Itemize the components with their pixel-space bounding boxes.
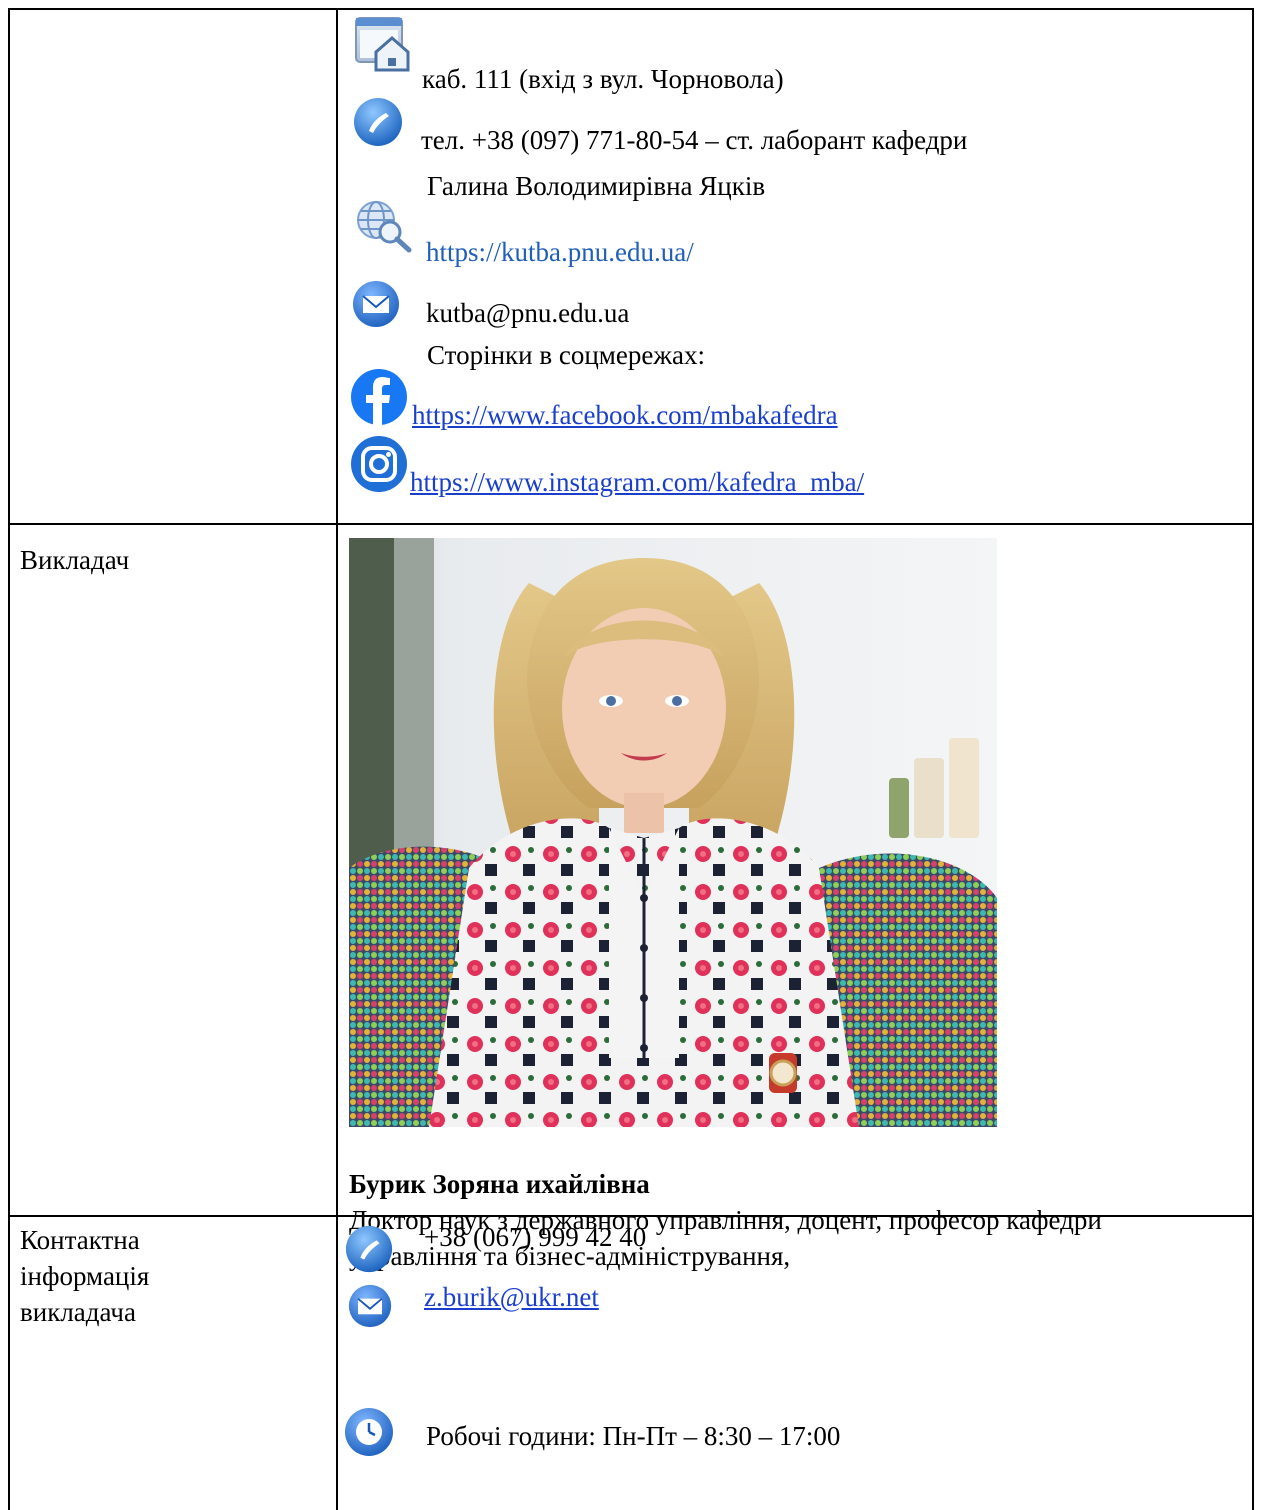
table-left-border bbox=[8, 8, 10, 1510]
teacher-photo bbox=[349, 538, 997, 1127]
contact-row-label-line3: викладача bbox=[20, 1297, 136, 1327]
teacher-name: Бурик Зоряна ихайлівна bbox=[349, 1169, 650, 1199]
globe-search-icon bbox=[354, 198, 414, 261]
phone-icon bbox=[344, 1224, 394, 1281]
table-top-border bbox=[8, 8, 1254, 10]
phone-text-line2: Галина Володимирівна Яцків bbox=[427, 171, 766, 201]
phone-text-line1: тел. +38 (097) 771-80-54 – ст. лаборант … bbox=[421, 125, 968, 155]
instagram-icon bbox=[349, 434, 409, 501]
facebook-icon bbox=[349, 367, 409, 434]
table-right-border bbox=[1252, 8, 1254, 1510]
room-text: каб. 111 (вхід з вул. Чорновола) bbox=[422, 64, 784, 94]
email-text: kutba@pnu.edu.ua bbox=[426, 298, 630, 328]
instagram-link[interactable]: https://www.instagram.com/kafedra_mba/ bbox=[410, 466, 864, 498]
row-divider-1 bbox=[8, 523, 1254, 525]
mail-icon bbox=[347, 1283, 393, 1336]
teacher-row-label: Викладач bbox=[20, 545, 130, 575]
column-divider bbox=[336, 8, 338, 1510]
teacher-email-link[interactable]: z.burik@ukr.net bbox=[424, 1281, 599, 1313]
contact-row-label-line2: інформація bbox=[20, 1261, 150, 1291]
facebook-link[interactable]: https://www.facebook.com/mbakafedra bbox=[412, 399, 838, 431]
teacher-phone-text: +38 (067) 999 42 40 bbox=[424, 1222, 647, 1252]
social-label: Сторінки в соцмережах: bbox=[427, 340, 705, 370]
mail-icon bbox=[351, 279, 401, 336]
building-home-icon bbox=[354, 16, 410, 79]
contact-row-label-line1: Контактна bbox=[20, 1225, 140, 1255]
clock-icon bbox=[343, 1406, 395, 1465]
working-hours-text: Робочі години: Пн-Пт – 8:30 – 17:00 bbox=[426, 1421, 841, 1451]
website-link[interactable]: https://kutba.pnu.edu.ua/ bbox=[426, 236, 694, 268]
phone-icon bbox=[352, 96, 404, 155]
